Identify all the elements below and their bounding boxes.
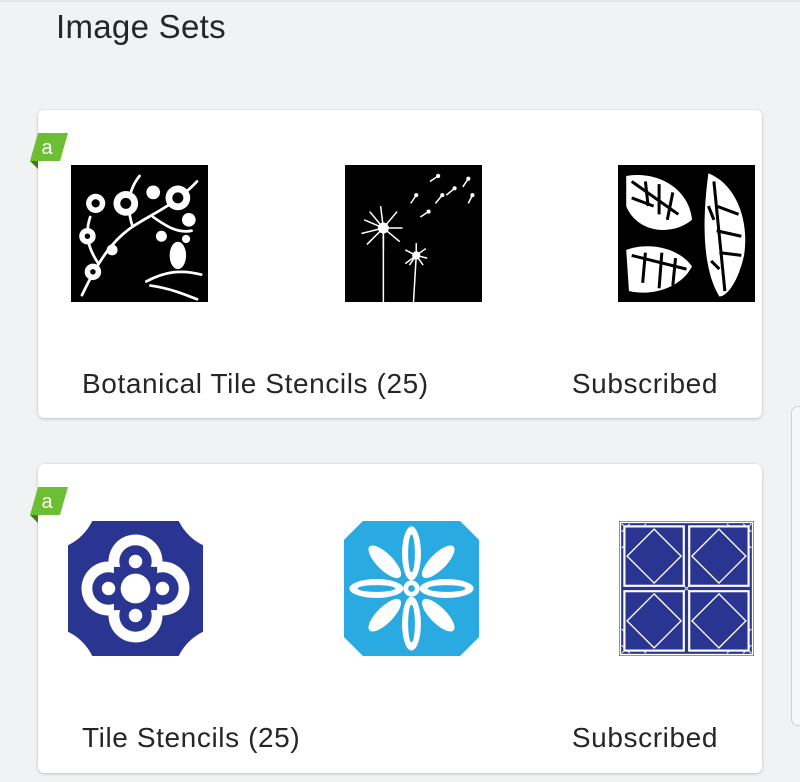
subscription-status: Subscribed xyxy=(571,722,718,753)
diamond-grid-tile-thumbnail[interactable] xyxy=(618,521,755,656)
scrollbar[interactable] xyxy=(791,406,800,726)
monstera-leaf-thumbnail[interactable] xyxy=(618,165,755,302)
page-title: Image Sets xyxy=(56,8,226,45)
svg-text:a: a xyxy=(41,137,53,159)
chinoiserie-peacock-thumbnail[interactable] xyxy=(71,165,208,302)
dandelion-thumbnail[interactable] xyxy=(345,165,482,302)
image-set-title: Tile Stencils (25) xyxy=(82,722,301,753)
floral-medallion-tile-thumbnail[interactable] xyxy=(343,521,480,656)
subscription-status: Subscribed xyxy=(571,368,718,399)
image-set-card-botanical[interactable]: a Botanical Tile Stencils (25) Subscribe… xyxy=(30,110,762,418)
image-set-card-tile[interactable]: a Tile Stencils (25) Subscribed xyxy=(30,464,762,773)
access-badge-icon: a xyxy=(30,487,68,523)
access-badge-icon: a xyxy=(30,133,68,169)
svg-text:a: a xyxy=(41,491,53,513)
top-divider xyxy=(0,0,800,2)
quatrefoil-tile-thumbnail[interactable] xyxy=(67,521,204,656)
image-set-title: Botanical Tile Stencils (25) xyxy=(82,368,429,399)
